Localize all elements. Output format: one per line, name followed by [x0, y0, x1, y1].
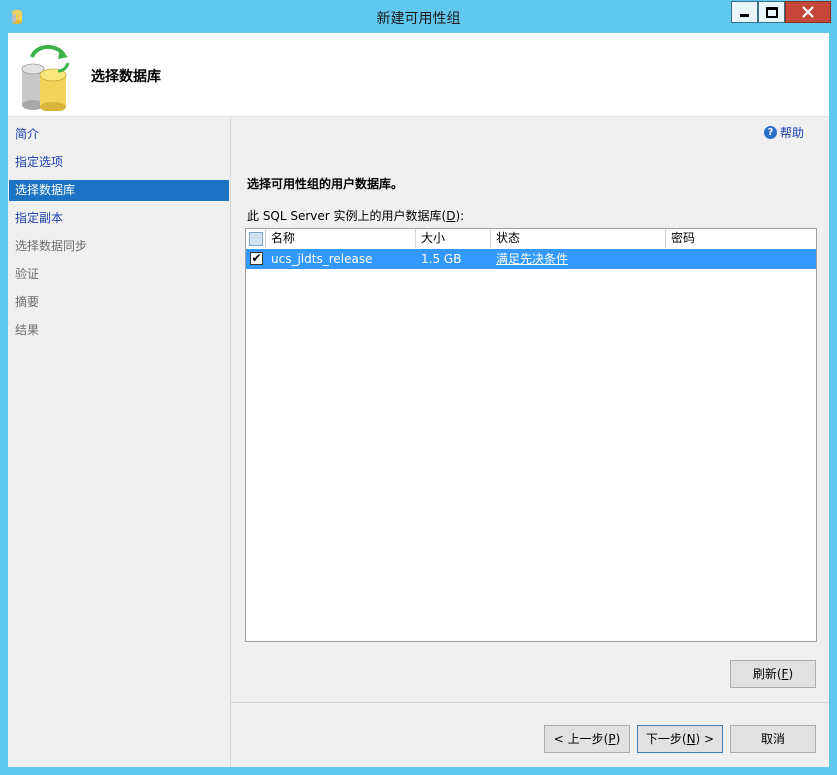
- maximize-button[interactable]: [758, 1, 785, 23]
- db-size: 1.5 GB: [421, 252, 462, 266]
- next-button[interactable]: 下一步(N) >: [637, 725, 723, 753]
- nav-item-6: 验证: [15, 267, 40, 281]
- wizard-nav: 简介指定选项选择数据库指定副本选择数据同步 验证摘要结果: [8, 117, 231, 767]
- previous-button[interactable]: < 上一步(P): [544, 725, 630, 753]
- database-sync-icon: [21, 45, 70, 111]
- nav-item-5: 选择数据同步: [15, 239, 88, 253]
- db-status-link[interactable]: 满足先决条件: [491, 249, 666, 269]
- checkmark-icon: ✔: [250, 251, 263, 265]
- nav-item-8: 结果: [15, 323, 40, 337]
- nav-item-1[interactable]: 简介: [9, 124, 229, 145]
- instruction-text: 选择可用性组的用户数据库。: [247, 177, 404, 191]
- page-title: 选择数据库: [91, 69, 161, 85]
- cancel-button[interactable]: 取消: [730, 725, 816, 753]
- help-label: 帮助: [780, 126, 805, 140]
- window-title: 新建可用性组: [376, 11, 461, 27]
- column-header-password[interactable]: 密码: [666, 229, 816, 248]
- table-row[interactable]: ✔ ucs_jldts_release 1.5 GB 满足先决条件: [246, 249, 816, 269]
- wizard-window: 新建可用性组 选择数据库 简介 指定选项 选择数据库 指定副本 选择数据同步 验证 摘要 结果: [0, 0, 837, 775]
- close-button[interactable]: [785, 1, 831, 23]
- close-icon: [802, 6, 814, 18]
- minimize-button[interactable]: [731, 1, 758, 23]
- maximize-icon: [765, 6, 778, 18]
- nav-item-2[interactable]: 指定选项: [9, 152, 229, 173]
- minimize-icon: [740, 13, 749, 17]
- grid-header: 名称 大小 状态 密码: [246, 229, 816, 250]
- nav-item-7: 摘要: [15, 295, 40, 309]
- title-bar[interactable]: 新建可用性组: [0, 0, 837, 33]
- page-header: 选择数据库: [8, 33, 829, 117]
- refresh-button[interactable]: 刷新(F): [730, 660, 816, 688]
- select-all-checkbox[interactable]: [246, 229, 266, 248]
- column-header-name[interactable]: 名称: [266, 229, 416, 248]
- database-list-label: 此 SQL Server 实例上的用户数据库(D):: [247, 209, 465, 223]
- main-panel: ? 帮助 选择可用性组的用户数据库。 此 SQL Server 实例上的用户数据…: [231, 117, 829, 767]
- nav-item-3[interactable]: 选择数据库: [9, 180, 229, 201]
- db-name: ucs_jldts_release: [271, 252, 373, 266]
- nav-item-4[interactable]: 指定副本: [9, 208, 229, 229]
- database-grid[interactable]: 名称 大小 状态 密码 ✔ ucs_jldts_release 1.5 GB 满…: [245, 228, 817, 642]
- divider: [231, 702, 829, 703]
- help-icon: ?: [764, 126, 777, 139]
- column-header-size[interactable]: 大小: [416, 229, 491, 248]
- row-checkbox[interactable]: ✔: [246, 249, 266, 269]
- client-area: 选择数据库 简介 指定选项 选择数据库 指定副本 选择数据同步 验证 摘要 结果 ? 帮助 选…: [8, 33, 829, 767]
- db-password[interactable]: [666, 249, 816, 269]
- help-link[interactable]: ? 帮助: [764, 124, 804, 141]
- column-header-status[interactable]: 状态: [491, 229, 666, 248]
